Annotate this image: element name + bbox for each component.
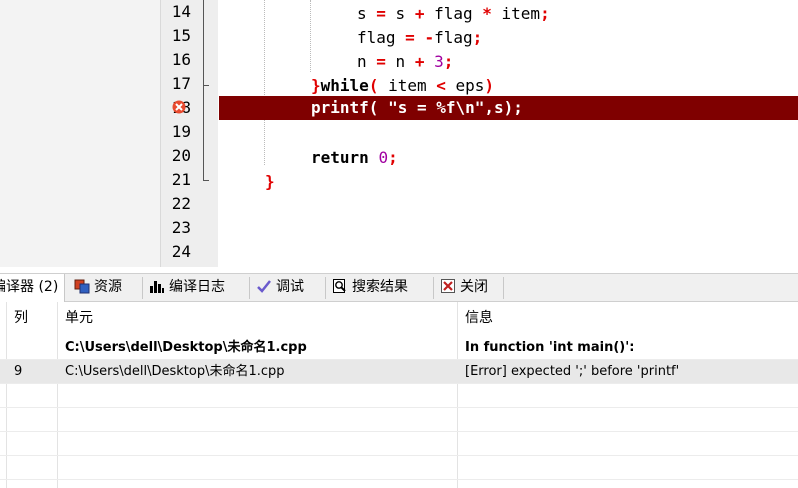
fold-marker [203,85,209,86]
indent-guide [310,0,311,72]
line-number: 19 [171,122,191,141]
compiler-messages-table: 列 单元 信息 C:\Users\dell\Desktop\未命名1.cpp I… [0,302,798,488]
resources-icon [74,279,90,294]
compile-log-icon [150,281,164,293]
code-line-16: n = n + 3; [357,52,454,71]
code-line-14: s = s + flag * item; [357,4,550,23]
line-number: 16 [171,50,191,69]
tab-debug[interactable]: 调试 [256,274,304,302]
cell-info: [Error] expected ';' before 'printf' [465,364,680,379]
line-number: 21 [171,170,191,189]
line-number: 20 [171,146,191,165]
line-number: 23 [171,218,191,237]
tab-compiler-label: 编译器 (2) [0,279,59,295]
cell-unit: C:\Users\dell\Desktop\未命名1.cpp [65,340,307,355]
tab-resources-label: 资源 [94,279,122,295]
table-row-error[interactable]: 9 C:\Users\dell\Desktop\未命名1.cpp [Error]… [0,360,798,384]
search-results-icon [333,279,346,293]
fold-marker [203,180,209,181]
tab-compile-log-label: 编译日志 [169,279,225,295]
cell-col: 9 [14,364,23,379]
code-line-18-error: printf( "s = %f\n",s); [311,98,523,117]
table-row-empty [0,456,798,480]
tab-compiler[interactable]: 编译器 (2) [0,274,66,302]
tab-debug-label: 调试 [276,279,304,295]
tab-search-results-label: 搜索结果 [352,279,408,295]
editor-left-panel [0,0,160,267]
table-row[interactable]: C:\Users\dell\Desktop\未命名1.cpp In functi… [0,336,798,360]
tab-resources[interactable]: 资源 [74,274,122,302]
tab-divider [142,277,143,299]
indent-guide [264,0,265,165]
tab-search-results[interactable]: 搜索结果 [332,274,408,302]
tab-divider [249,277,250,299]
code-line-21: } [265,172,275,191]
line-number-gutter: 14 15 16 17 18 19 20 21 22 23 24 [160,0,218,267]
tab-divider [503,277,504,299]
tab-compile-log[interactable]: 编译日志 [149,274,225,302]
code-line-17: }while( item < eps) [311,76,495,95]
fold-line [203,0,204,180]
tab-close[interactable]: 关闭 [440,274,488,302]
cell-info: In function 'int main()': [465,340,635,355]
error-x-icon[interactable] [172,100,186,114]
line-number: 15 [171,26,191,45]
debug-check-icon [257,280,271,293]
code-line-20: return 0; [311,148,398,167]
table-row-empty [0,432,798,456]
tab-close-label: 关闭 [460,279,488,295]
table-row-empty [0,384,798,408]
table-row-empty [0,408,798,432]
column-header-col[interactable]: 列 [8,302,28,334]
cell-unit: C:\Users\dell\Desktop\未命名1.cpp [65,364,285,379]
line-number: 22 [171,194,191,213]
column-header-info[interactable]: 信息 [459,302,493,334]
line-number: 17 [171,74,191,93]
code-editor[interactable]: 14 15 16 17 18 19 20 21 22 23 24 s = s +… [0,0,798,267]
line-number: 14 [171,2,191,21]
code-line-15: flag = -flag; [357,28,483,47]
tab-divider [433,277,434,299]
bottom-panel-tabbar: 编译器 (2) 资源 编译日志 调试 搜索结果 [0,273,798,302]
close-icon [441,279,455,293]
tab-divider [325,277,326,299]
column-header-unit[interactable]: 单元 [59,302,93,334]
line-number: 24 [171,242,191,261]
